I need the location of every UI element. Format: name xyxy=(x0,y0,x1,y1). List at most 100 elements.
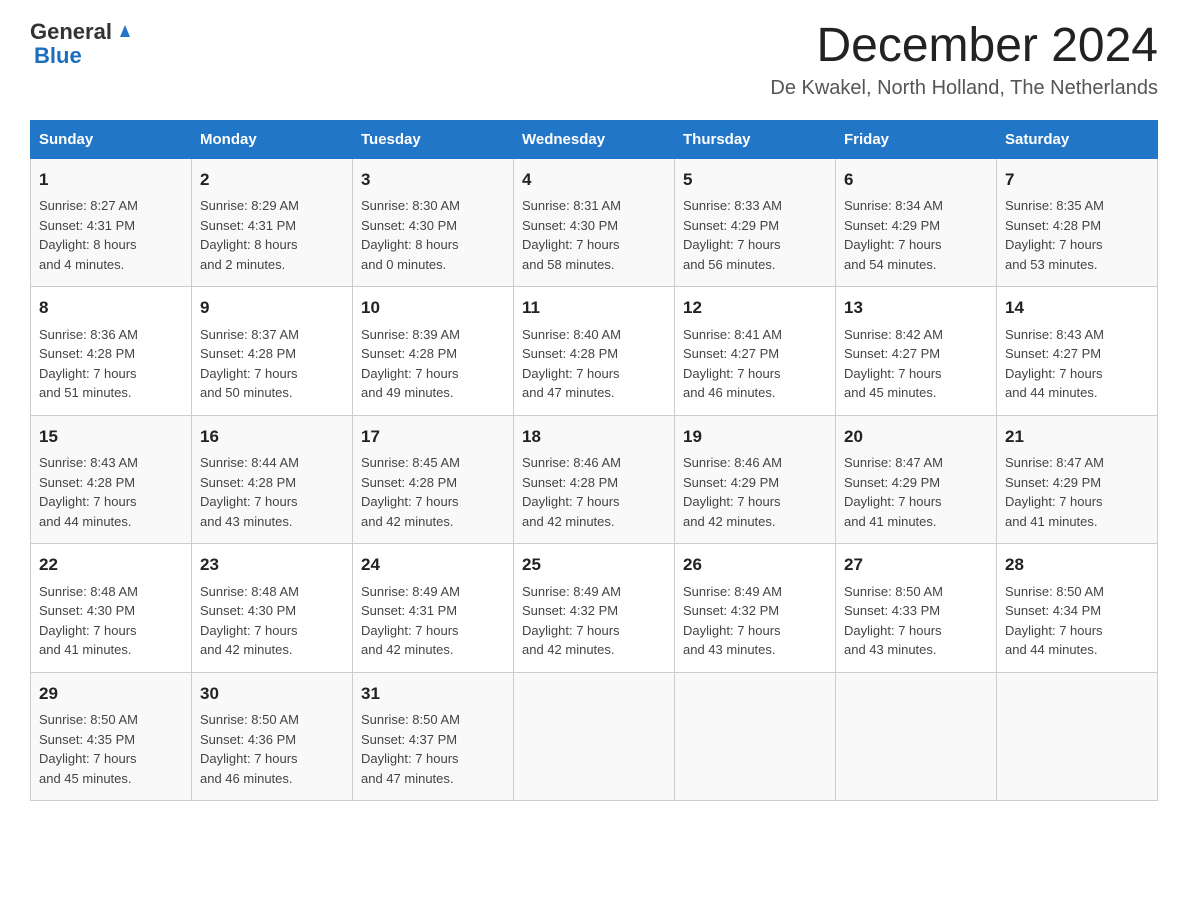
calendar-cell: 2 Sunrise: 8:29 AM Sunset: 4:31 PM Daylig… xyxy=(192,158,353,287)
calendar-cell: 31Sunrise: 8:50 AM Sunset: 4:37 PM Dayli… xyxy=(353,672,514,801)
calendar-cell: 23 Sunrise: 8:48 AM Sunset: 4:30 PM Dayli… xyxy=(192,544,353,673)
calendar-cell: 5 Sunrise: 8:33 AM Sunset: 4:29 PM Daylig… xyxy=(675,158,836,287)
calendar-cell: 12 Sunrise: 8:41 AM Sunset: 4:27 PM Dayli… xyxy=(675,287,836,416)
day-number: 24 xyxy=(361,552,505,578)
calendar-cell: 19Sunrise: 8:46 AM Sunset: 4:29 PM Dayli… xyxy=(675,415,836,544)
day-number: 31 xyxy=(361,681,505,707)
page-header: General Blue December 2024 De Kwakel, No… xyxy=(30,20,1158,100)
day-info: Sunrise: 8:40 AM Sunset: 4:28 PM Dayligh… xyxy=(522,325,666,403)
calendar-week-2: 8 Sunrise: 8:36 AM Sunset: 4:28 PM Daylig… xyxy=(31,287,1158,416)
day-info: Sunrise: 8:30 AM Sunset: 4:30 PM Dayligh… xyxy=(361,196,505,274)
day-info: Sunrise: 8:50 AM Sunset: 4:36 PM Dayligh… xyxy=(200,710,344,788)
day-info: Sunrise: 8:46 AM Sunset: 4:28 PM Dayligh… xyxy=(522,453,666,531)
day-info: Sunrise: 8:29 AM Sunset: 4:31 PM Dayligh… xyxy=(200,196,344,274)
calendar-cell xyxy=(514,672,675,801)
day-number: 14 xyxy=(1005,295,1149,321)
calendar-table: SundayMondayTuesdayWednesdayThursdayFrid… xyxy=(30,120,1158,802)
calendar-cell: 14 Sunrise: 8:43 AM Sunset: 4:27 PM Dayli… xyxy=(997,287,1158,416)
day-info: Sunrise: 8:49 AM Sunset: 4:31 PM Dayligh… xyxy=(361,582,505,660)
day-number: 10 xyxy=(361,295,505,321)
day-info: Sunrise: 8:43 AM Sunset: 4:28 PM Dayligh… xyxy=(39,453,183,531)
day-number: 30 xyxy=(200,681,344,707)
col-header-wednesday: Wednesday xyxy=(514,120,675,158)
day-info: Sunrise: 8:50 AM Sunset: 4:33 PM Dayligh… xyxy=(844,582,988,660)
calendar-week-5: 29 Sunrise: 8:50 AM Sunset: 4:35 PM Dayli… xyxy=(31,672,1158,801)
day-info: Sunrise: 8:45 AM Sunset: 4:28 PM Dayligh… xyxy=(361,453,505,531)
calendar-cell: 7 Sunrise: 8:35 AM Sunset: 4:28 PM Daylig… xyxy=(997,158,1158,287)
day-number: 20 xyxy=(844,424,988,450)
logo-triangle-icon xyxy=(114,19,136,41)
calendar-cell: 18Sunrise: 8:46 AM Sunset: 4:28 PM Dayli… xyxy=(514,415,675,544)
calendar-cell: 11 Sunrise: 8:40 AM Sunset: 4:28 PM Dayli… xyxy=(514,287,675,416)
location-subtitle: De Kwakel, North Holland, The Netherland… xyxy=(770,77,1158,100)
day-info: Sunrise: 8:37 AM Sunset: 4:28 PM Dayligh… xyxy=(200,325,344,403)
day-info: Sunrise: 8:49 AM Sunset: 4:32 PM Dayligh… xyxy=(522,582,666,660)
day-number: 11 xyxy=(522,295,666,321)
day-number: 7 xyxy=(1005,167,1149,193)
day-info: Sunrise: 8:33 AM Sunset: 4:29 PM Dayligh… xyxy=(683,196,827,274)
day-info: Sunrise: 8:36 AM Sunset: 4:28 PM Dayligh… xyxy=(39,325,183,403)
day-number: 3 xyxy=(361,167,505,193)
day-number: 8 xyxy=(39,295,183,321)
day-info: Sunrise: 8:27 AM Sunset: 4:31 PM Dayligh… xyxy=(39,196,183,274)
day-info: Sunrise: 8:41 AM Sunset: 4:27 PM Dayligh… xyxy=(683,325,827,403)
calendar-cell: 17 Sunrise: 8:45 AM Sunset: 4:28 PM Dayli… xyxy=(353,415,514,544)
title-block: December 2024 De Kwakel, North Holland, … xyxy=(770,20,1158,100)
day-number: 27 xyxy=(844,552,988,578)
month-title: December 2024 xyxy=(770,20,1158,73)
day-info: Sunrise: 8:43 AM Sunset: 4:27 PM Dayligh… xyxy=(1005,325,1149,403)
day-info: Sunrise: 8:42 AM Sunset: 4:27 PM Dayligh… xyxy=(844,325,988,403)
day-info: Sunrise: 8:50 AM Sunset: 4:35 PM Dayligh… xyxy=(39,710,183,788)
calendar-cell: 6Sunrise: 8:34 AM Sunset: 4:29 PM Daylig… xyxy=(836,158,997,287)
calendar-cell: 27 Sunrise: 8:50 AM Sunset: 4:33 PM Dayli… xyxy=(836,544,997,673)
calendar-cell: 9 Sunrise: 8:37 AM Sunset: 4:28 PM Daylig… xyxy=(192,287,353,416)
day-info: Sunrise: 8:50 AM Sunset: 4:34 PM Dayligh… xyxy=(1005,582,1149,660)
day-info: Sunrise: 8:35 AM Sunset: 4:28 PM Dayligh… xyxy=(1005,196,1149,274)
calendar-cell: 8 Sunrise: 8:36 AM Sunset: 4:28 PM Daylig… xyxy=(31,287,192,416)
calendar-cell: 4Sunrise: 8:31 AM Sunset: 4:30 PM Daylig… xyxy=(514,158,675,287)
calendar-week-3: 15 Sunrise: 8:43 AM Sunset: 4:28 PM Dayli… xyxy=(31,415,1158,544)
calendar-cell: 26Sunrise: 8:49 AM Sunset: 4:32 PM Dayli… xyxy=(675,544,836,673)
calendar-cell: 10 Sunrise: 8:39 AM Sunset: 4:28 PM Dayli… xyxy=(353,287,514,416)
day-number: 17 xyxy=(361,424,505,450)
calendar-week-4: 22 Sunrise: 8:48 AM Sunset: 4:30 PM Dayli… xyxy=(31,544,1158,673)
calendar-cell: 22Sunrise: 8:48 AM Sunset: 4:30 PM Dayli… xyxy=(31,544,192,673)
logo-text-general: General xyxy=(30,20,112,44)
calendar-header: SundayMondayTuesdayWednesdayThursdayFrid… xyxy=(31,120,1158,158)
col-header-thursday: Thursday xyxy=(675,120,836,158)
day-number: 6 xyxy=(844,167,988,193)
day-info: Sunrise: 8:48 AM Sunset: 4:30 PM Dayligh… xyxy=(200,582,344,660)
col-header-tuesday: Tuesday xyxy=(353,120,514,158)
calendar-cell: 28Sunrise: 8:50 AM Sunset: 4:34 PM Dayli… xyxy=(997,544,1158,673)
day-number: 26 xyxy=(683,552,827,578)
calendar-cell xyxy=(836,672,997,801)
day-info: Sunrise: 8:44 AM Sunset: 4:28 PM Dayligh… xyxy=(200,453,344,531)
calendar-cell: 3 Sunrise: 8:30 AM Sunset: 4:30 PM Daylig… xyxy=(353,158,514,287)
calendar-cell: 15 Sunrise: 8:43 AM Sunset: 4:28 PM Dayli… xyxy=(31,415,192,544)
col-header-saturday: Saturday xyxy=(997,120,1158,158)
day-number: 29 xyxy=(39,681,183,707)
day-number: 23 xyxy=(200,552,344,578)
day-number: 22 xyxy=(39,552,183,578)
day-number: 15 xyxy=(39,424,183,450)
day-number: 2 xyxy=(200,167,344,193)
calendar-cell: 1 Sunrise: 8:27 AM Sunset: 4:31 PM Daylig… xyxy=(31,158,192,287)
day-number: 9 xyxy=(200,295,344,321)
day-info: Sunrise: 8:39 AM Sunset: 4:28 PM Dayligh… xyxy=(361,325,505,403)
logo: General Blue xyxy=(30,20,136,68)
day-number: 5 xyxy=(683,167,827,193)
calendar-cell: 25Sunrise: 8:49 AM Sunset: 4:32 PM Dayli… xyxy=(514,544,675,673)
day-info: Sunrise: 8:46 AM Sunset: 4:29 PM Dayligh… xyxy=(683,453,827,531)
calendar-cell: 21Sunrise: 8:47 AM Sunset: 4:29 PM Dayli… xyxy=(997,415,1158,544)
day-number: 12 xyxy=(683,295,827,321)
day-number: 21 xyxy=(1005,424,1149,450)
col-header-monday: Monday xyxy=(192,120,353,158)
day-number: 13 xyxy=(844,295,988,321)
day-number: 4 xyxy=(522,167,666,193)
day-number: 1 xyxy=(39,167,183,193)
day-number: 16 xyxy=(200,424,344,450)
calendar-cell: 30 Sunrise: 8:50 AM Sunset: 4:36 PM Dayli… xyxy=(192,672,353,801)
calendar-cell xyxy=(675,672,836,801)
col-header-sunday: Sunday xyxy=(31,120,192,158)
calendar-body: 1 Sunrise: 8:27 AM Sunset: 4:31 PM Daylig… xyxy=(31,158,1158,801)
